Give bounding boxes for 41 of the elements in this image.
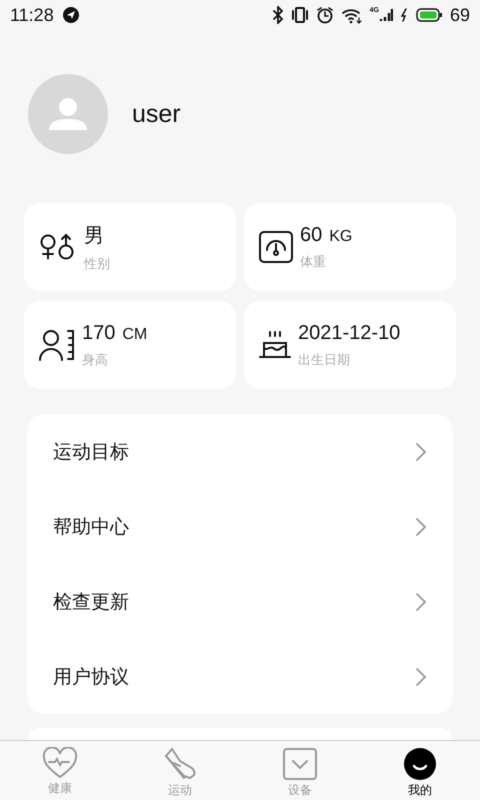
chevron-right-icon [415,592,427,612]
battery-icon [414,7,443,23]
stat-label: 体重 [300,252,327,270]
vibrate-icon [290,6,309,24]
stat-label: 出生日期 [298,350,351,368]
stat-label: 性别 [84,254,110,272]
menu-label: 检查更新 [53,590,129,614]
menu-item[interactable]: 帮助中心 [27,489,453,564]
stat-value: 2021-12-10 [298,322,400,344]
menu-item[interactable]: 检查更新 [27,564,453,639]
stat-value: 170 [82,322,116,344]
shoe-icon [162,747,198,781]
scale-icon [258,230,294,264]
menu-item[interactable]: 用户协议 [27,639,453,714]
menu-label: 运动目标 [53,440,129,464]
bluetooth-icon [272,6,284,24]
menu-label: 帮助中心 [53,516,129,540]
device-icon [282,747,318,781]
stat-label: 身高 [82,350,109,368]
cake-icon [258,330,292,360]
clock-time: 11:28 [10,4,54,26]
stat-value: 60 [300,224,322,246]
nav-tab[interactable]: 我的 [360,741,480,800]
stat-unit: CM [122,326,148,344]
menu-label: 用户协议 [53,666,129,690]
battery-percent: 69 [450,4,470,26]
stat-unit: KG [329,228,352,246]
stat-value: 男 [84,224,104,248]
charging-icon [400,7,408,23]
alarm-icon [316,6,334,24]
menu-item[interactable]: 运动目标 [27,414,453,489]
heart-icon [42,747,78,779]
chevron-right-icon [415,442,427,462]
signal-icon [378,7,393,23]
height-icon [38,328,76,362]
chevron-right-icon [415,666,427,686]
username: user [132,100,181,128]
location-icon [62,6,80,24]
avatar-icon [28,74,108,154]
face-icon [402,747,438,781]
chevron-right-icon [415,516,427,536]
